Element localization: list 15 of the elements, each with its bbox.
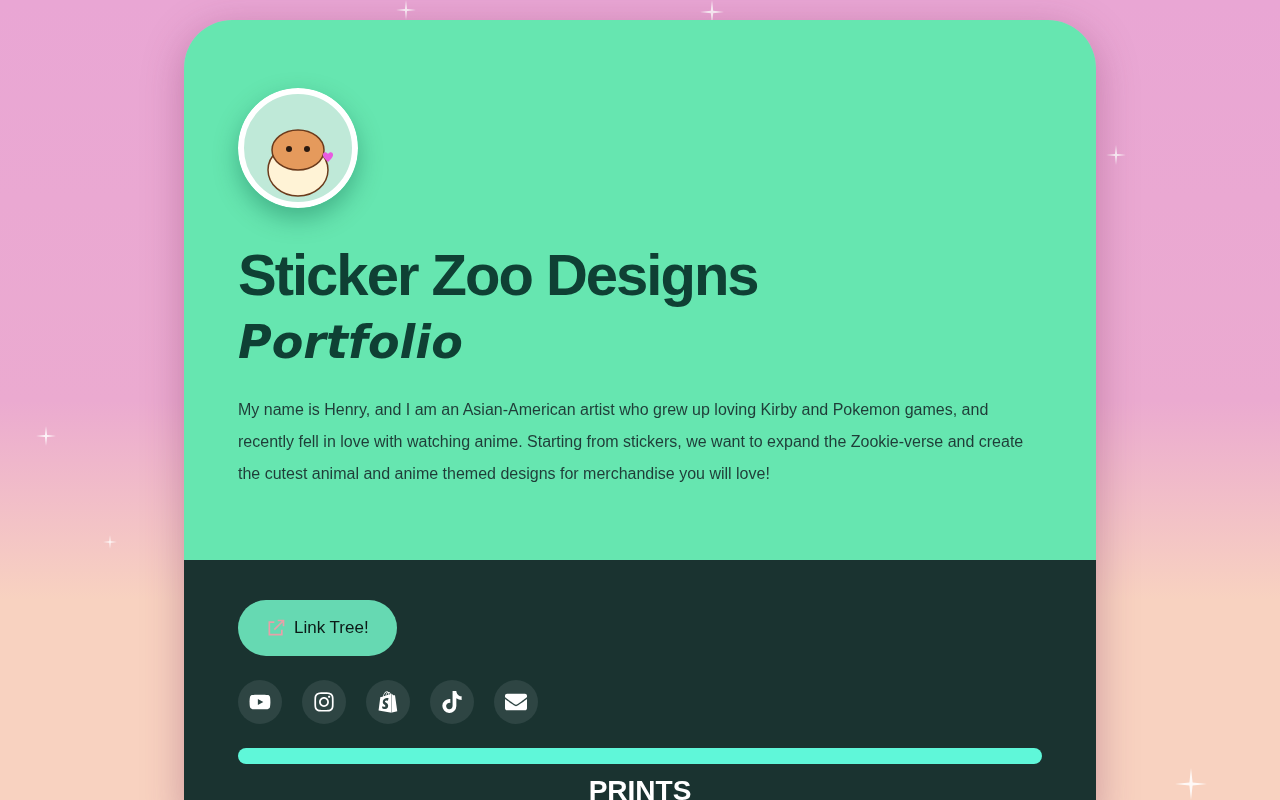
social-link[interactable] [302,680,346,724]
bio-paragraph: My name is Henry, and I am an Asian-American artist who grew up loving Kirby and Pokemon games, and recently fell in love with watching anime. Starting from stickers, we want to expand the Zookie-verse and create the cutest animal and anime themed designs for merchandise you will love! [238,400,1025,484]
shopping-bag-icon [377,691,399,713]
page-title: Sticker Zoo Designs [238,244,759,306]
social-link[interactable] [366,680,410,724]
link-tree-button[interactable]: Link Tree! [238,600,397,656]
music-note-icon [441,691,463,713]
section-heading: PRINTS [587,776,693,800]
social-link[interactable] [494,680,538,724]
page-subtitle: Portfolio [238,314,464,370]
camera-icon [313,691,335,713]
social-link[interactable] [238,680,282,724]
envelope-icon [505,691,527,713]
social-link[interactable] [430,680,474,724]
external-link-icon [266,618,286,638]
